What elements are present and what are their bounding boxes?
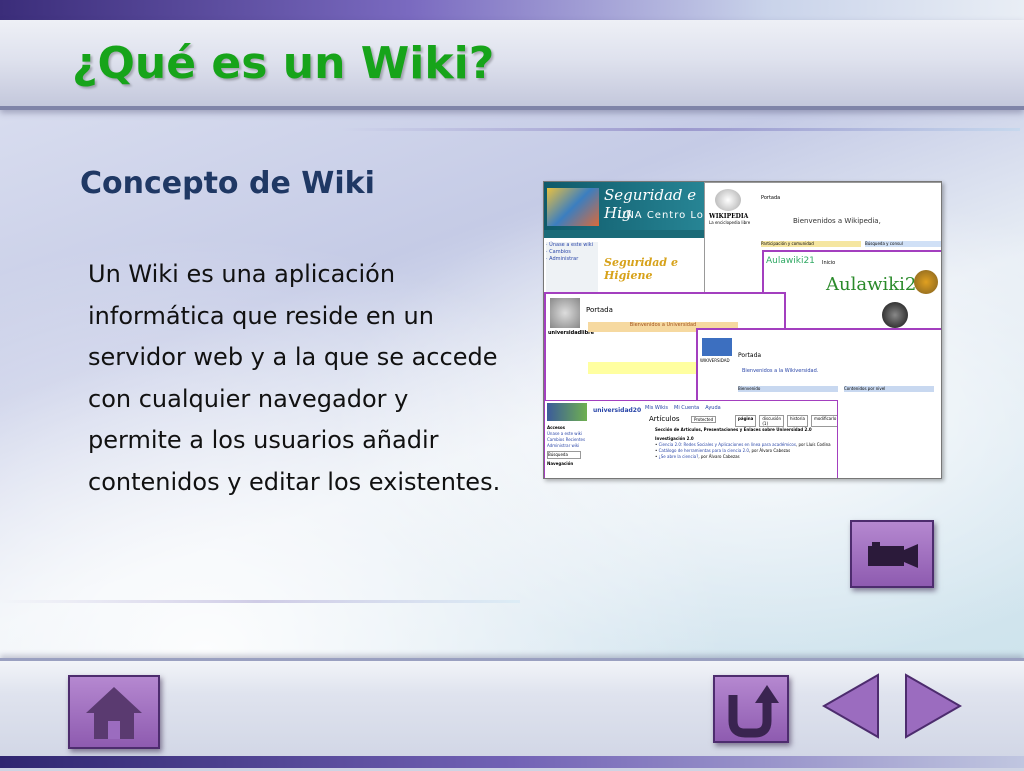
wikiversidad-icon	[702, 338, 732, 356]
wikiversidad-logo: WIKIVERSIDAD	[700, 358, 730, 363]
slide-title: ¿Qué es un Wiki?	[72, 38, 495, 89]
tab-history: historia	[787, 415, 808, 427]
aulawiki-small-logo: Aulawiki21	[766, 256, 815, 266]
universidad20-tabs: página discusión (1) historia modificarl…	[735, 415, 837, 427]
home-button[interactable]	[68, 675, 160, 749]
search-box: Búsqueda	[547, 451, 581, 459]
wikiversidad-box-1: Bienvenido	[738, 386, 838, 392]
previous-button[interactable]	[820, 673, 880, 739]
nav-heading: Navegación	[547, 461, 574, 466]
wikiversidad-box-2: Contenidos por nivel	[844, 386, 934, 392]
top-band	[0, 0, 1024, 20]
wikiversidad-page: Portada	[738, 352, 762, 359]
banner-subtitle: UNA Centro Loc	[618, 210, 711, 221]
universidad20-logo: universidad20	[593, 407, 642, 414]
next-button[interactable]	[904, 673, 964, 739]
content-item: • ¿Se abre la ciencia?, por Álvaro Cabez…	[655, 454, 740, 459]
seguridad-banner: Seguridad e Hig UNA Centro Loc	[544, 182, 724, 230]
universidadlibre-bird-icon	[550, 298, 580, 328]
tab-discussion: discusión (1)	[759, 415, 784, 427]
wikiversidad-welcome: Bienvenidos a la Wikiversidad.	[742, 368, 819, 374]
sidebar-link: Administrar wiki	[547, 443, 580, 448]
content-item-author: , por Lluís Codina	[795, 442, 831, 447]
universidad20-user-links: Mis Wikis Mi Cuenta Ayuda	[645, 405, 721, 411]
universidad20-protected: Protected	[691, 416, 717, 423]
wikipedia-section-2: Búsqueda y consul	[865, 241, 941, 247]
universidad20-sidebar: Accesos Únase a este wiki Cambios Recien…	[547, 425, 601, 467]
decorative-streak	[0, 600, 520, 603]
content-item-title: Catálogo de herramientas para la ciencia…	[658, 448, 749, 453]
tab-page: página	[735, 415, 757, 427]
triangle-left-icon	[821, 673, 879, 739]
wikipedia-section-1: Participación y comunidad	[761, 241, 861, 247]
aulawiki-logo: Aulawiki21	[826, 274, 928, 295]
bottom-line	[0, 756, 1024, 768]
video-camera-icon	[868, 542, 918, 568]
seguridad-tabs	[544, 230, 724, 238]
universidadlibre-page: Portada	[586, 306, 613, 314]
wikipedia-portal-tab: Portada	[761, 195, 781, 201]
universidad20-content: Sección de Artículos, Presentaciones y E…	[655, 427, 831, 460]
wikipedia-tagline: La enciclopedia libre	[709, 220, 751, 225]
wiki-screenshot-collage: Seguridad e Hig UNA Centro Loc · Únase a…	[543, 181, 942, 479]
wiki-window-universidad20: universidad20 Mis Wikis Mi Cuenta Ayuda …	[544, 400, 838, 478]
decorative-streak	[340, 128, 1020, 131]
return-icon	[728, 685, 779, 738]
aulawiki-tab: Inicio	[822, 260, 836, 266]
user-link: Mis Wikis	[645, 405, 669, 411]
universidad20-articles-tab: Artículos	[649, 415, 680, 423]
content-item-author: , por Álvaro Cabezas	[698, 454, 740, 459]
user-link: Ayuda	[705, 405, 721, 411]
video-button[interactable]	[850, 520, 934, 588]
wiki-window-aulawiki: Aulawiki21 Inicio Aulawiki21	[762, 250, 941, 334]
triangle-right-icon	[905, 673, 963, 739]
section-heading: Sección de Artículos, Presentaciones y E…	[655, 427, 812, 432]
content-item-title: ¿Se abre la ciencia?	[658, 454, 699, 459]
universidad20-icon	[547, 403, 587, 421]
aulawiki-planet-image	[882, 302, 908, 328]
tab-edit: modificarlo	[810, 415, 837, 427]
banner-photo-image	[547, 188, 599, 226]
content-item-title: Ciencia 2.0: Redes Sociales y Aplicacion…	[658, 442, 796, 447]
content-item-author: , por Álvaro Cabezas	[748, 448, 791, 453]
wikipedia-logo: WIKIPEDIA	[709, 213, 749, 220]
slide-body-text: Un Wiki es una aplicación informática qu…	[88, 260, 501, 496]
wikipedia-globe-icon	[715, 189, 741, 211]
home-icon	[86, 687, 142, 739]
return-button[interactable]	[713, 675, 789, 743]
wikipedia-welcome: Bienvenidos a Wikipedia,	[793, 217, 881, 225]
aulawiki-image	[914, 270, 938, 294]
user-link: Mi Cuenta	[674, 405, 700, 411]
slide-subtitle: Concepto de Wiki	[80, 166, 375, 201]
